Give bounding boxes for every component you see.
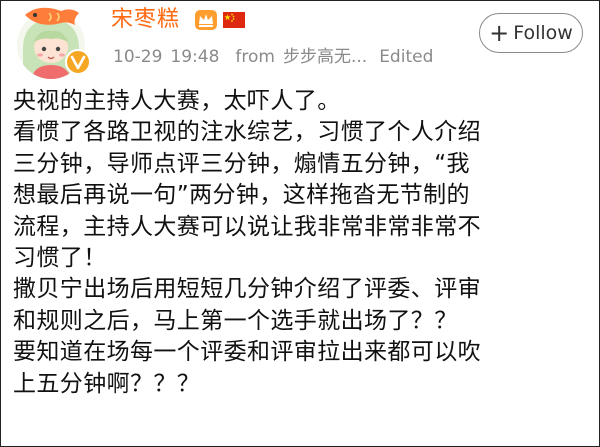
china-flag-icon (223, 12, 245, 28)
post-line: 流程，主持人大赛可以说让我非常非常非常不 (13, 213, 481, 240)
post-line: 习惯了！ (13, 245, 107, 272)
post-line: 央视的主持人大赛，太吓人了。 (13, 88, 341, 114)
vip-crown-icon[interactable] (194, 9, 218, 31)
post-text: 央视的主持人大赛，太吓人了。 看惯了各路卫视的注水综艺，习惯了个人介绍 三分钟，… (13, 86, 593, 400)
post-source[interactable]: 步步高无... (283, 47, 367, 67)
verified-v-icon (65, 49, 91, 75)
post-line: 上五分钟啊？？？ (13, 370, 201, 397)
edited-label[interactable]: Edited (379, 47, 433, 67)
post-line: 想最后再说一句”两分钟，这样拖沓无节制的 (13, 182, 470, 209)
post-line: 三分钟，导师点评三分钟，煽情五分钟，“我 (13, 150, 470, 177)
weibo-post: 宋枣糕 10-29 19:48 from 步步高无... Edited + Follow… (0, 0, 600, 447)
post-meta: 10-29 19:48 from 步步高无... Edited (113, 45, 433, 69)
post-line: 看惯了各路卫视的注水综艺，习惯了个人介绍 (13, 119, 481, 146)
follow-button[interactable]: + Follow (479, 13, 583, 53)
from-label: from (235, 47, 275, 67)
follow-label: Follow (513, 22, 573, 44)
post-line: 和规则之后，马上第一个选手就出场了？？ (13, 307, 458, 334)
post-line: 撒贝宁出场后用短短几分钟介绍了评委、评审 (13, 276, 481, 303)
post-line: 要知道在场每一个评委和评审拉出来都可以吹 (13, 339, 481, 366)
plus-icon: + (489, 19, 510, 47)
username[interactable]: 宋枣糕 (111, 5, 180, 35)
post-date: 10-29 (113, 47, 163, 67)
post-time: 19:48 (170, 47, 220, 67)
